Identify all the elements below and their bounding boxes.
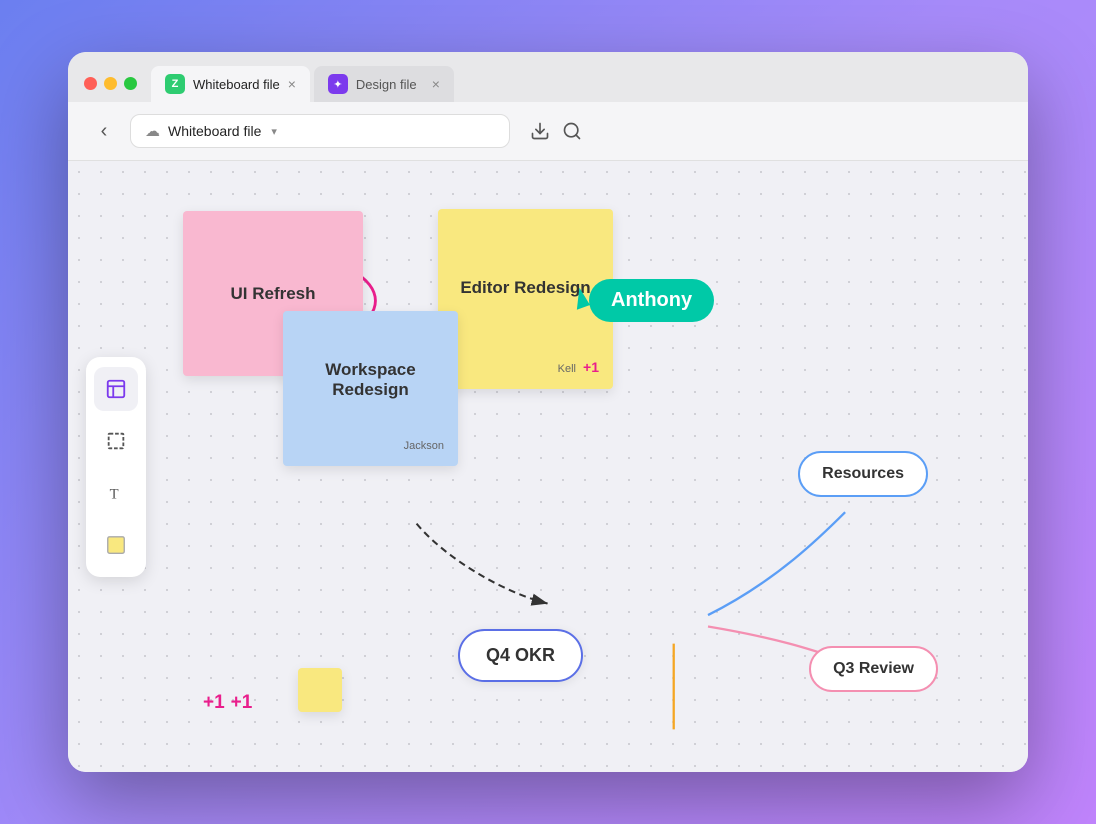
node-resources[interactable]: Resources (798, 451, 928, 497)
sticky-tool-button[interactable] (94, 523, 138, 567)
back-button[interactable]: ‹ (88, 115, 120, 147)
search-button[interactable] (562, 121, 582, 141)
svg-text:T: T (110, 486, 119, 502)
text-tool-button[interactable]: T (94, 471, 138, 515)
design-tab-label: Design file (356, 77, 417, 92)
toolbar-actions (530, 121, 582, 141)
whiteboard-tab-icon: Z (165, 74, 185, 94)
canvas-area[interactable]: T UI Refresh Editor Redesign Kell +1 Wor… (68, 161, 1028, 772)
plus-badges-area: +1 +1 (203, 692, 252, 714)
download-button[interactable] (530, 121, 550, 141)
frame-tool-button[interactable] (94, 367, 138, 411)
tab-whiteboard[interactable]: Z Whiteboard file × (151, 66, 310, 102)
whiteboard-tab-close[interactable]: × (288, 77, 296, 91)
node-q3review[interactable]: Q3 Review (809, 646, 938, 692)
minimize-button[interactable] (104, 77, 117, 90)
title-bar: Z Whiteboard file × ✦ Design file × (68, 52, 1028, 102)
design-tab-close[interactable]: × (432, 77, 440, 91)
tab-design[interactable]: ✦ Design file × (314, 66, 454, 102)
cursor-icon (570, 286, 590, 310)
plus-badge-2: +1 (231, 692, 253, 714)
left-toolbar: T (86, 357, 146, 577)
whiteboard-tab-label: Whiteboard file (193, 77, 280, 92)
browser-window: Z Whiteboard file × ✦ Design file × ‹ ☁ … (68, 52, 1028, 772)
toolbar: ‹ ☁ Whiteboard file ▾ (68, 102, 1028, 161)
anthony-label: Anthony (589, 279, 714, 322)
sticky-note-small-yellow[interactable] (298, 668, 342, 712)
close-button[interactable] (84, 77, 97, 90)
sticky-note-blue[interactable]: Workspace Redesign Jackson (283, 311, 458, 466)
cursor-group: Anthony (573, 279, 714, 322)
back-icon: ‹ (101, 120, 108, 143)
maximize-button[interactable] (124, 77, 137, 90)
plus-badge-1: +1 (203, 692, 225, 714)
sticky-blue-text: Workspace Redesign (297, 325, 444, 434)
cloud-icon: ☁ (145, 122, 160, 140)
sticky-yellow-author: Kell +1 (452, 359, 599, 375)
crop-tool-button[interactable] (94, 419, 138, 463)
address-bar[interactable]: ☁ Whiteboard file ▾ (130, 114, 510, 148)
design-tab-icon: ✦ (328, 74, 348, 94)
node-q4okr[interactable]: Q4 OKR (458, 629, 583, 682)
file-name-label: Whiteboard file (168, 123, 261, 139)
chevron-down-icon: ▾ (271, 125, 277, 138)
sticky-blue-author: Jackson (297, 440, 444, 452)
traffic-lights (84, 77, 137, 102)
